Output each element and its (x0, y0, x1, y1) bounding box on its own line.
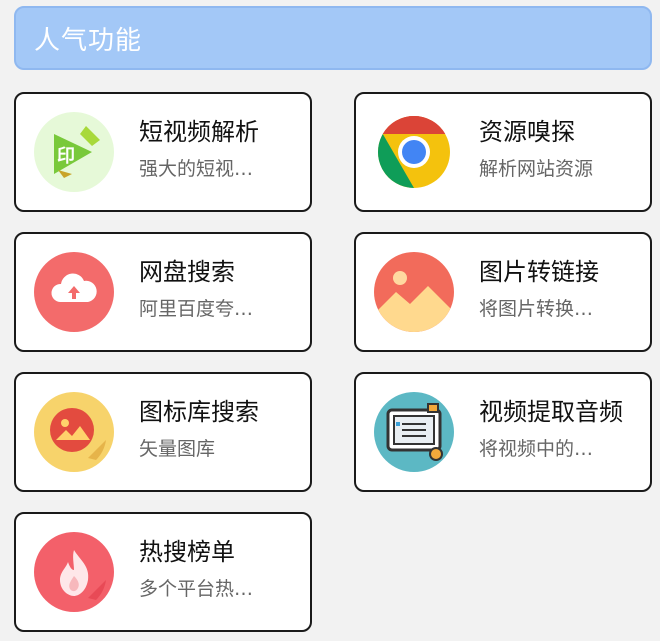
feature-desc: 矢量图库 (139, 438, 216, 460)
feature-desc: 将视频中的… (479, 438, 594, 460)
feature-card-cloud-search[interactable]: 网盘搜索 阿里百度夸… (14, 232, 312, 352)
popular-features-page: 人气功能 印 短视频解析 强大的短视… 资源嗅探 解析网站资源 网盘搜索 阿里百… (0, 0, 660, 641)
video-parse-icon: 印 (34, 112, 114, 192)
feature-title: 热搜榜单 (139, 538, 235, 566)
cloud-upload-icon (34, 252, 114, 332)
feature-title: 视频提取音频 (479, 398, 623, 426)
feature-card-audio-extract[interactable]: 视频提取音频 将视频中的… (354, 372, 652, 492)
chrome-browser-icon (374, 112, 454, 192)
section-header: 人气功能 (14, 6, 652, 70)
feature-title: 网盘搜索 (139, 258, 235, 286)
feature-card-trending-list[interactable]: 热搜榜单 多个平台热… (14, 512, 312, 632)
feature-title: 图片转链接 (479, 258, 599, 286)
feature-card-resource-sniff[interactable]: 资源嗅探 解析网站资源 (354, 92, 652, 212)
feature-card-image-to-link[interactable]: 图片转链接 将图片转换… (354, 232, 652, 352)
feature-title: 资源嗅探 (479, 118, 575, 146)
icon-library-icon (34, 392, 114, 472)
landscape-image-icon (374, 252, 454, 332)
svg-text:印: 印 (57, 146, 75, 167)
feature-card-icon-library[interactable]: 图标库搜索 矢量图库 (14, 372, 312, 492)
flame-icon (34, 532, 114, 612)
section-title: 人气功能 (34, 25, 143, 56)
feature-desc: 将图片转换… (479, 298, 594, 320)
feature-desc: 多个平台热… (139, 578, 254, 600)
feature-desc: 解析网站资源 (479, 158, 594, 180)
audio-extract-icon (374, 392, 454, 472)
feature-card-video-parse[interactable]: 印 短视频解析 强大的短视… (14, 92, 312, 212)
feature-desc: 阿里百度夸… (139, 298, 254, 320)
feature-title: 短视频解析 (139, 118, 259, 146)
feature-desc: 强大的短视… (139, 158, 254, 180)
feature-title: 图标库搜索 (139, 398, 259, 426)
